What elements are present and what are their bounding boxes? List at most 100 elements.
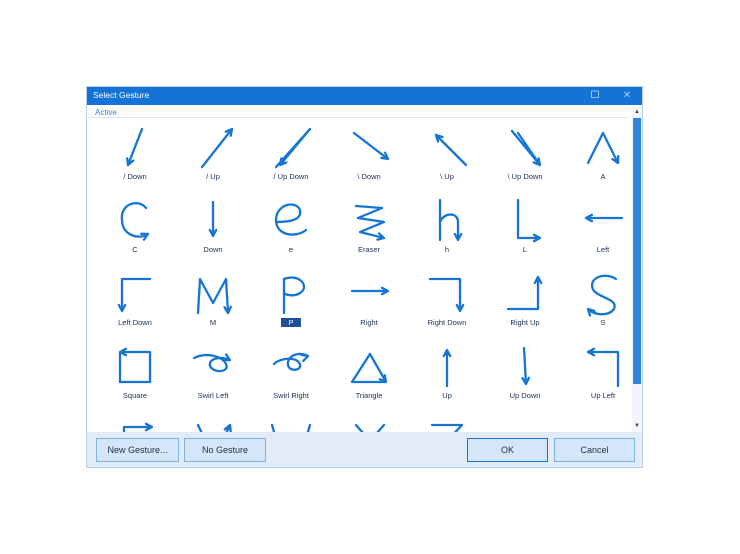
scroll-down-button[interactable]: ▼ [632, 421, 642, 431]
dialog-title: Select Gesture [93, 90, 150, 100]
left-arrow-icon [584, 213, 624, 223]
up-left-arrow-icon [586, 347, 620, 388]
triangle-icon [350, 352, 388, 384]
scroll-up-button[interactable]: ▲ [632, 107, 642, 117]
gesture-item[interactable] [96, 413, 174, 432]
cancel-button[interactable]: Cancel [554, 438, 635, 462]
gesture-item[interactable]: Up Left [564, 340, 633, 413]
letter-s-icon [586, 274, 618, 317]
gesture-label: S [600, 318, 606, 327]
gesture-item[interactable]: Left Down [96, 267, 174, 340]
dialog-footer: New Gesture... No Gesture OK Cancel [87, 432, 642, 467]
gesture-item[interactable]: Left [564, 194, 633, 267]
gesture-item[interactable] [174, 413, 252, 432]
gesture-label: / Up [206, 172, 220, 181]
gesture-label: \ Up Down [507, 172, 543, 181]
gesture-item[interactable]: / Down [96, 121, 174, 194]
gesture-label: Swirl Left [197, 391, 229, 400]
gesture-grid: / Down / Up / Up Down \ Down \ Up \ Up Down A C… [87, 118, 633, 432]
eraser-scribble-icon [354, 204, 386, 241]
gesture-label: e [288, 245, 294, 254]
letter-x-icon [354, 423, 386, 432]
gesture-item[interactable] [408, 413, 486, 432]
gesture-item[interactable]: Triangle [330, 340, 408, 413]
slash-up-icon [200, 127, 234, 169]
maximize-button[interactable]: ☐ [582, 87, 608, 105]
down-arrow-icon [208, 200, 218, 238]
gesture-item[interactable] [330, 413, 408, 432]
gesture-item[interactable]: \ Up Down [486, 121, 564, 194]
gesture-label: \ Up [440, 172, 454, 181]
gesture-label: Swirl Right [273, 391, 309, 400]
letter-a-icon [586, 131, 620, 165]
letter-z-icon [430, 423, 464, 432]
gesture-item[interactable]: e [252, 194, 330, 267]
gesture-item[interactable]: Up Down [486, 340, 564, 413]
letter-w-icon [270, 423, 312, 432]
gesture-item[interactable]: Right Down [408, 267, 486, 340]
gesture-label: Left Down [118, 318, 152, 327]
gesture-item[interactable]: P [252, 267, 330, 340]
gesture-label: M [209, 318, 217, 327]
gesture-label: Up Down [509, 391, 541, 400]
gesture-label: A [600, 172, 606, 181]
up-right-arrow-icon [122, 422, 154, 432]
letter-c-icon [120, 202, 150, 241]
gesture-item[interactable]: Right Up [486, 267, 564, 340]
up-arrow-icon [442, 348, 452, 388]
gesture-item[interactable]: Right [330, 267, 408, 340]
gesture-label: \ Down [357, 172, 381, 181]
gesture-label: Right Down [427, 318, 467, 327]
gesture-item[interactable]: h [408, 194, 486, 267]
gesture-item[interactable]: Eraser [330, 194, 408, 267]
gesture-item[interactable]: \ Up [408, 121, 486, 194]
gesture-label: Up [442, 391, 452, 400]
gesture-label: h [444, 245, 450, 254]
gesture-label: Right [360, 318, 378, 327]
new-gesture-button[interactable]: New Gesture... [96, 438, 179, 462]
no-gesture-button[interactable]: No Gesture [184, 438, 266, 462]
square-icon [118, 347, 152, 384]
slash-up-down-icon [274, 127, 312, 169]
gesture-item[interactable]: \ Down [330, 121, 408, 194]
gesture-label: / Down [123, 172, 147, 181]
vertical-scrollbar[interactable]: ▲ ▼ [632, 107, 642, 433]
right-down-arrow-icon [428, 277, 465, 313]
letter-h-icon [438, 198, 463, 242]
gesture-item[interactable]: C [96, 194, 174, 267]
gesture-label: Right Up [510, 318, 540, 327]
gesture-item[interactable]: Swirl Right [252, 340, 330, 413]
close-button[interactable]: ✕ [614, 87, 640, 105]
gesture-item[interactable] [252, 413, 330, 432]
swirl-left-icon [192, 353, 232, 373]
gesture-label: Down [203, 245, 223, 254]
backslash-up-down-icon [510, 129, 542, 167]
letter-v-icon [196, 423, 232, 432]
gesture-label: C [132, 245, 138, 254]
letter-l-icon [516, 198, 542, 243]
gesture-item[interactable]: Down [174, 194, 252, 267]
gesture-item[interactable]: / Up [174, 121, 252, 194]
slash-down-icon [126, 127, 144, 167]
backslash-down-icon [352, 131, 390, 161]
gesture-label: Square [122, 391, 148, 400]
gesture-item[interactable]: L [486, 194, 564, 267]
scroll-thumb[interactable] [633, 118, 641, 384]
gesture-item[interactable]: M [174, 267, 252, 340]
gesture-label: L [522, 245, 528, 254]
select-gesture-dialog: Select Gesture ☐ ✕ Active / Down / Up / Up… [87, 87, 642, 467]
gesture-item[interactable]: / Up Down [252, 121, 330, 194]
group-label-active: Active [95, 108, 117, 117]
gesture-item[interactable]: Square [96, 340, 174, 413]
gesture-item[interactable]: Up [408, 340, 486, 413]
gesture-label: Triangle [355, 391, 383, 400]
gesture-label: / Up Down [273, 172, 309, 181]
swirl-right-icon [272, 352, 310, 371]
gesture-label: Eraser [357, 245, 381, 254]
title-bar[interactable]: Select Gesture ☐ ✕ [87, 87, 642, 105]
gesture-item[interactable]: A [564, 121, 633, 194]
ok-button[interactable]: OK [467, 438, 548, 462]
gesture-item[interactable]: Swirl Left [174, 340, 252, 413]
gesture-item[interactable]: S [564, 267, 633, 340]
backslash-up-icon [434, 133, 468, 167]
